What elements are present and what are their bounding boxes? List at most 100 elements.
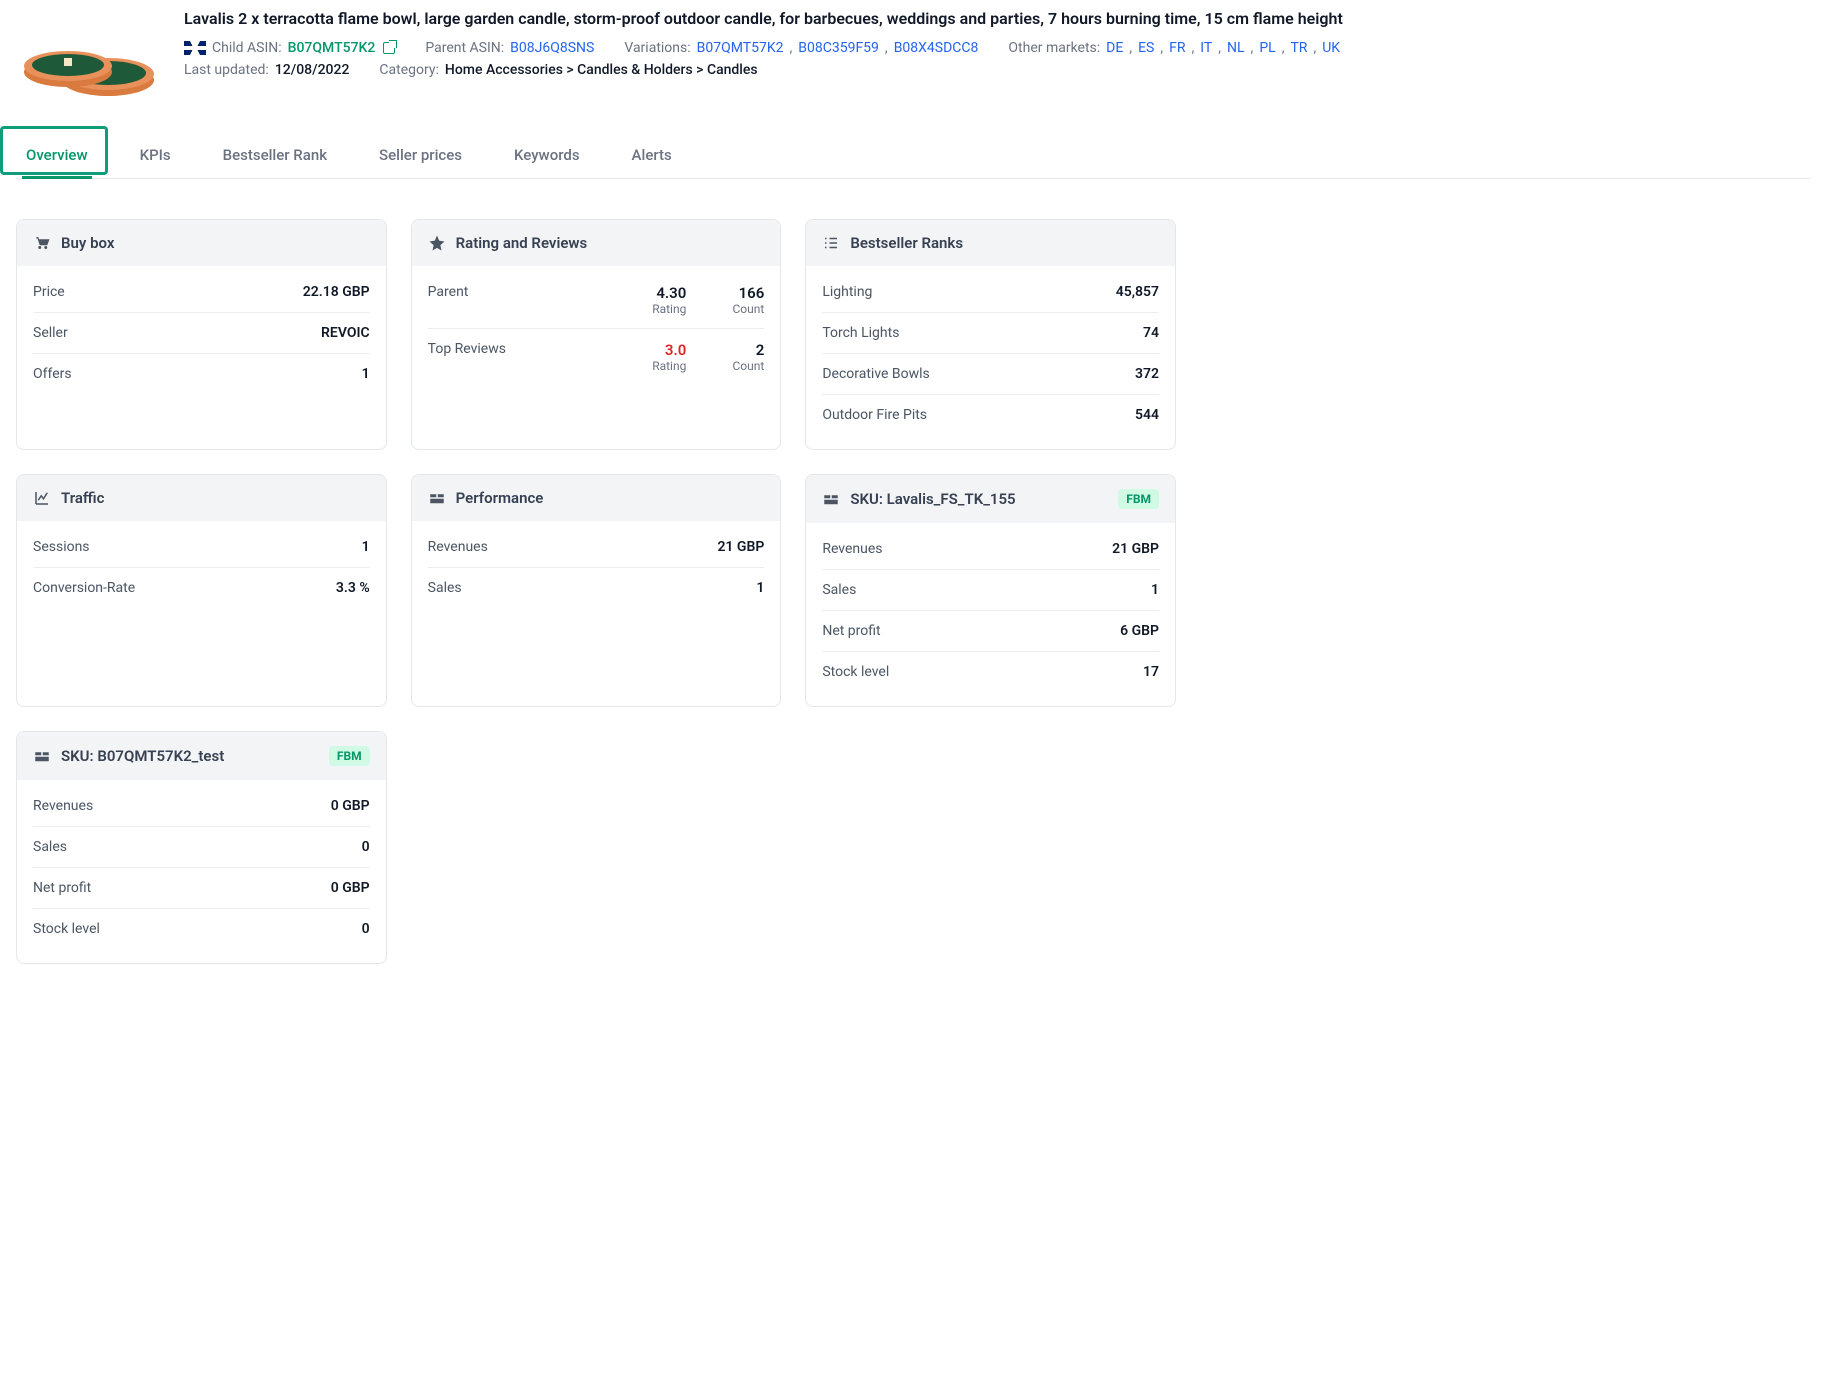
fbm-badge: FBM xyxy=(329,746,370,766)
row-value: 372 xyxy=(1135,366,1159,382)
market-link[interactable]: IT xyxy=(1200,40,1212,56)
last-updated-value: 12/08/2022 xyxy=(275,62,350,78)
row-value: 0 GBP xyxy=(331,880,370,896)
tab-alerts[interactable]: Alerts xyxy=(628,138,676,178)
row-value: 0 xyxy=(362,839,370,855)
external-link-icon[interactable] xyxy=(383,42,395,54)
row-label: Conversion-Rate xyxy=(33,580,135,596)
cart-icon xyxy=(33,234,51,252)
tab-kpis[interactable]: KPIs xyxy=(136,138,175,178)
row-value: 1 xyxy=(756,580,764,596)
row-value: 0 GBP xyxy=(331,798,370,814)
parent-rating: 4.30 xyxy=(638,284,686,302)
row-label: Decorative Bowls xyxy=(822,366,929,382)
row-value: 3.3 % xyxy=(336,580,370,596)
row-label: Sales xyxy=(822,582,856,598)
row-value: 45,857 xyxy=(1116,284,1159,300)
parent-asin-link[interactable]: B08J6Q8SNS xyxy=(510,40,594,56)
box-icon xyxy=(428,489,446,507)
market-link[interactable]: TR xyxy=(1290,40,1307,56)
card-buy-box: Buy box Price 22.18 GBP Seller REVOIC Offe… xyxy=(16,219,387,450)
card-title: SKU: B07QMT57K2_test xyxy=(61,747,224,765)
count-word: Count xyxy=(716,359,764,373)
row-label: Seller xyxy=(33,325,68,341)
count-word: Count xyxy=(716,302,764,316)
card-performance: Performance Revenues21 GBP Sales1 xyxy=(411,474,782,707)
market-link[interactable]: ES xyxy=(1138,40,1154,56)
tabs: Overview KPIs Bestseller Rank Seller pri… xyxy=(16,138,1810,179)
row-value: 6 GBP xyxy=(1120,623,1159,639)
fbm-badge: FBM xyxy=(1118,489,1159,509)
asin-line: Child ASIN: B07QMT57K2 Parent ASIN: B08J… xyxy=(184,40,1810,56)
child-asin-label: Child ASIN: xyxy=(212,40,282,56)
row-label: Revenues xyxy=(33,798,93,814)
tab-seller-prices[interactable]: Seller prices xyxy=(375,138,466,178)
variation-link[interactable]: B08X4SDCC8 xyxy=(894,40,979,56)
tab-overview[interactable]: Overview xyxy=(22,138,92,178)
market-link[interactable]: UK xyxy=(1322,40,1340,56)
row-label: Stock level xyxy=(33,921,100,937)
list-icon xyxy=(822,234,840,252)
card-sku-1: SKU: Lavalis_FS_TK_155 FBM Revenues 21 GB… xyxy=(805,474,1176,707)
row-label: Revenues xyxy=(822,541,882,557)
row-value: 1 xyxy=(362,539,370,555)
row-value: 21 GBP xyxy=(1112,541,1159,557)
product-image xyxy=(16,8,164,108)
market-link[interactable]: PL xyxy=(1259,40,1275,56)
row-label: Lighting xyxy=(822,284,872,300)
variation-link[interactable]: B07QMT57K2 xyxy=(697,40,784,56)
row-value: 22.18 GBP xyxy=(303,284,370,300)
card-rating-reviews: Rating and Reviews Parent 4.30Rating 166… xyxy=(411,219,782,450)
row-label: Sales xyxy=(33,839,67,855)
product-title: Lavalis 2 x terracotta flame bowl, large… xyxy=(184,8,1810,30)
row-value: 74 xyxy=(1143,325,1159,341)
row-label: Parent xyxy=(428,284,469,300)
child-asin-link[interactable]: B07QMT57K2 xyxy=(288,40,376,56)
card-bestseller-ranks: Bestseller Ranks Lighting 45,857 Torch Li… xyxy=(805,219,1176,450)
meta-line-2: Last updated: 12/08/2022 Category: Home … xyxy=(184,62,1810,78)
card-traffic: Traffic Sessions 1 Conversion-Rate 3.3 % xyxy=(16,474,387,707)
card-title: SKU: Lavalis_FS_TK_155 xyxy=(850,490,1015,508)
top-rating: 3.0 xyxy=(638,341,686,359)
tab-bestseller-rank[interactable]: Bestseller Rank xyxy=(219,138,331,178)
card-title: Buy box xyxy=(61,234,114,252)
parent-count: 166 xyxy=(716,284,764,302)
card-title: Bestseller Ranks xyxy=(850,234,963,252)
top-count: 2 xyxy=(716,341,764,359)
card-title: Traffic xyxy=(61,489,104,507)
market-link[interactable]: DE xyxy=(1106,40,1123,56)
cards-row-1: Buy box Price 22.18 GBP Seller REVOIC Offe… xyxy=(16,219,1176,964)
package-icon xyxy=(33,747,51,765)
last-updated-label: Last updated: xyxy=(184,62,269,78)
category-value: Home Accessories > Candles & Holders > C… xyxy=(445,62,758,78)
row-label: Revenues xyxy=(428,539,488,555)
flag-uk-icon xyxy=(184,41,206,55)
row-label: Sales xyxy=(428,580,462,596)
row-label: Stock level xyxy=(822,664,889,680)
row-label: Sessions xyxy=(33,539,90,555)
product-thumb-svg xyxy=(20,18,160,108)
market-link[interactable]: FR xyxy=(1169,40,1185,56)
row-label: Net profit xyxy=(822,623,880,639)
row-label: Torch Lights xyxy=(822,325,899,341)
parent-asin-label: Parent ASIN: xyxy=(425,40,504,56)
row-label: Offers xyxy=(33,366,72,382)
row-value: 0 xyxy=(362,921,370,937)
package-icon xyxy=(822,490,840,508)
variation-link[interactable]: B08C359F59 xyxy=(798,40,879,56)
rating-word: Rating xyxy=(638,302,686,316)
star-icon xyxy=(428,234,446,252)
row-value: REVOIC xyxy=(321,325,370,341)
tab-keywords[interactable]: Keywords xyxy=(510,138,584,178)
row-value: 21 GBP xyxy=(717,539,764,555)
row-label: Outdoor Fire Pits xyxy=(822,407,927,423)
product-header: Lavalis 2 x terracotta flame bowl, large… xyxy=(16,8,1810,108)
chart-icon xyxy=(33,489,51,507)
market-link[interactable]: NL xyxy=(1227,40,1245,56)
row-label: Price xyxy=(33,284,65,300)
row-label: Net profit xyxy=(33,880,91,896)
row-value: 17 xyxy=(1143,664,1159,680)
rating-word: Rating xyxy=(638,359,686,373)
row-label: Top Reviews xyxy=(428,341,506,357)
row-value: 544 xyxy=(1135,407,1159,423)
